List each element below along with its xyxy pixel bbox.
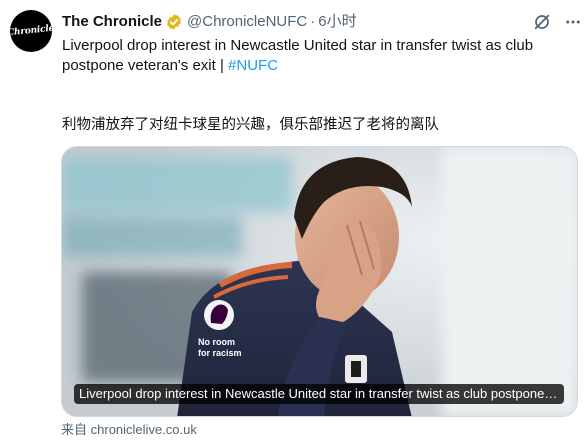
card-caption: Liverpool drop interest in Newcastle Uni… <box>74 384 564 404</box>
grok-button[interactable] <box>531 11 553 33</box>
more-icon <box>566 20 580 24</box>
tweet-body-text: Liverpool drop interest in Newcastle Uni… <box>62 37 534 74</box>
premier-league-lion-icon <box>204 300 234 330</box>
shirt-text-line2: for racism <box>198 348 242 358</box>
grok-icon <box>534 14 550 30</box>
display-name[interactable]: The Chronicle <box>62 12 162 32</box>
tweet-translation: 利物浦放弃了对纽卡球星的兴趣，俱乐部推迟了老将的离队 <box>62 117 439 133</box>
link-card[interactable]: No room for racism Liverpool drop intere… <box>61 146 578 417</box>
tweet-header: The Chronicle @ChronicleNUFC · 6小时 <box>62 12 357 32</box>
shirt-text-line1: No room <box>198 337 235 347</box>
avatar-logo-text: Chronicle <box>10 23 52 39</box>
article-photo: No room for racism <box>62 147 577 416</box>
user-handle[interactable]: @ChronicleNUFC <box>187 12 307 32</box>
tweet-timestamp[interactable]: 6小时 <box>318 12 356 32</box>
more-options-button[interactable] <box>563 11 583 33</box>
separator-dot: · <box>310 13 316 30</box>
source-domain: chroniclelive.co.uk <box>90 422 197 437</box>
source-prefix: 来自 <box>61 422 88 437</box>
card-source[interactable]: 来自 chroniclelive.co.uk <box>61 421 197 439</box>
verified-badge-icon <box>165 13 183 31</box>
avatar[interactable]: Chronicle <box>10 10 52 52</box>
tweet-text: Liverpool drop interest in Newcastle Uni… <box>62 36 578 76</box>
hashtag-link[interactable]: #NUFC <box>228 57 278 74</box>
